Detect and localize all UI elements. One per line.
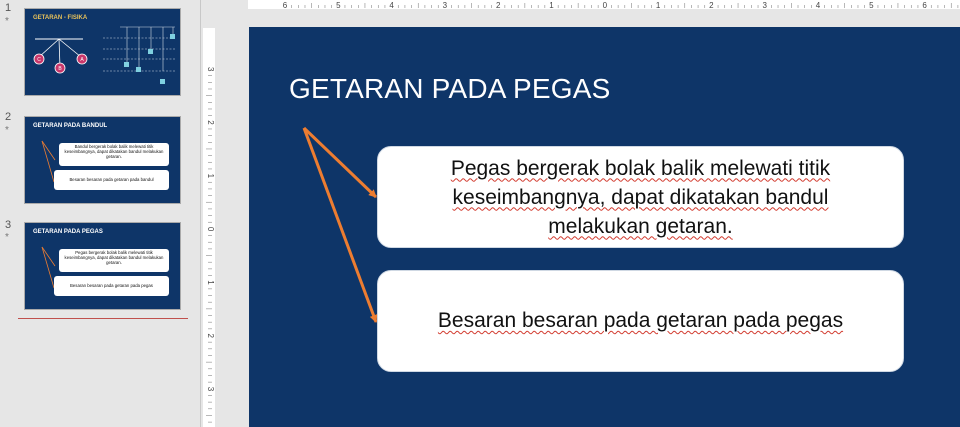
thumbnail-box-2: Besaran besaran pada getaran pada bandul	[54, 170, 169, 190]
ruler-label: 3	[206, 67, 215, 72]
ruler-label: 1	[206, 280, 215, 285]
text-box-definition[interactable]: Pegas bergerak bolak balik melewati titi…	[377, 146, 904, 248]
arrow-to-box1[interactable]	[302, 126, 378, 199]
pane-divider[interactable]	[200, 0, 201, 427]
text-box-quantities-text: Besaran besaran pada getaran pada pegas	[437, 309, 844, 332]
slide-thumbnail-pane: 1 * GETARAN - FISIKA C B A 2 * GETARAN P…	[0, 0, 200, 427]
ruler-label: 2	[709, 1, 714, 9]
text-line-3: melakukan getaran.	[548, 214, 733, 238]
vertical-ruler[interactable]: 3 2 1 0 1 2 3	[203, 28, 215, 427]
ruler-label: 6	[922, 1, 927, 9]
slide-thumbnail-1[interactable]: GETARAN - FISIKA C B A	[24, 8, 181, 96]
text-box-quantities[interactable]: Besaran besaran pada getaran pada pegas	[377, 270, 904, 372]
ruler-label: 3	[206, 387, 215, 392]
spring-diagram	[103, 26, 175, 72]
slide-thumbnail-2[interactable]: GETARAN PADA BANDUL Bandul bergerak bola…	[24, 116, 181, 204]
ruler-label: 2	[206, 120, 215, 125]
text-line-2: keseimbangnya, dapat dikatakan bandul	[452, 185, 829, 209]
pendulum-diagram: C B A	[33, 26, 175, 84]
ruler-label: 3	[762, 1, 767, 9]
ruler-label: 1	[549, 1, 554, 9]
slide-canvas[interactable]: GETARAN PADA PEGAS Pegas bergerak bolak …	[249, 27, 960, 427]
ruler-label: 5	[336, 1, 341, 9]
slide-thumbnail-3[interactable]: GETARAN PADA PEGAS Pegas bergerak bolak …	[24, 222, 181, 310]
ruler-ticks: 3 2 1 0 1 2 3	[206, 67, 215, 423]
thumbnail-box-1: Pegas bergerak bolak balik melewati titi…	[59, 249, 169, 272]
ruler-label: 0	[603, 1, 608, 9]
slide-number-2: 2	[5, 111, 12, 123]
thumbnail-box-1: Bandul bergerak bolak balik melewati tit…	[59, 143, 169, 166]
pendulum-label-c: C	[37, 57, 41, 63]
text-line-1: Pegas bergerak bolak balik melewati titi…	[450, 156, 831, 180]
thumbnail-box-2: Besaran besaran pada getaran pada pegas	[54, 276, 169, 296]
ruler-label: 1	[656, 1, 661, 9]
ruler-label: 5	[869, 1, 874, 9]
slide-number-3: 3	[5, 219, 12, 231]
slide-number-1: 1	[5, 2, 12, 14]
ruler-ticks: 6 5 4 3 2 1 0 1 2 3 4 5 6	[283, 1, 959, 9]
ruler-label: 2	[206, 334, 215, 339]
ruler-label: 1	[206, 174, 215, 179]
ruler-label: 3	[443, 1, 448, 9]
ruler-label: 4	[816, 1, 821, 9]
horizontal-ruler[interactable]: 6 5 4 3 2 1 0 1 2 3 4 5 6	[248, 0, 960, 9]
transition-star-icon: *	[5, 232, 9, 243]
arrow-to-box2[interactable]	[302, 127, 378, 323]
ruler-label: 0	[206, 227, 215, 232]
ruler-label: 4	[389, 1, 394, 9]
ruler-label: 6	[283, 1, 288, 9]
transition-star-icon: *	[5, 125, 9, 136]
text-box-definition-text: Pegas bergerak bolak balik melewati titi…	[451, 154, 830, 241]
insertion-marker	[18, 318, 188, 319]
ruler-label: 2	[496, 1, 501, 9]
transition-star-icon: *	[5, 16, 9, 27]
